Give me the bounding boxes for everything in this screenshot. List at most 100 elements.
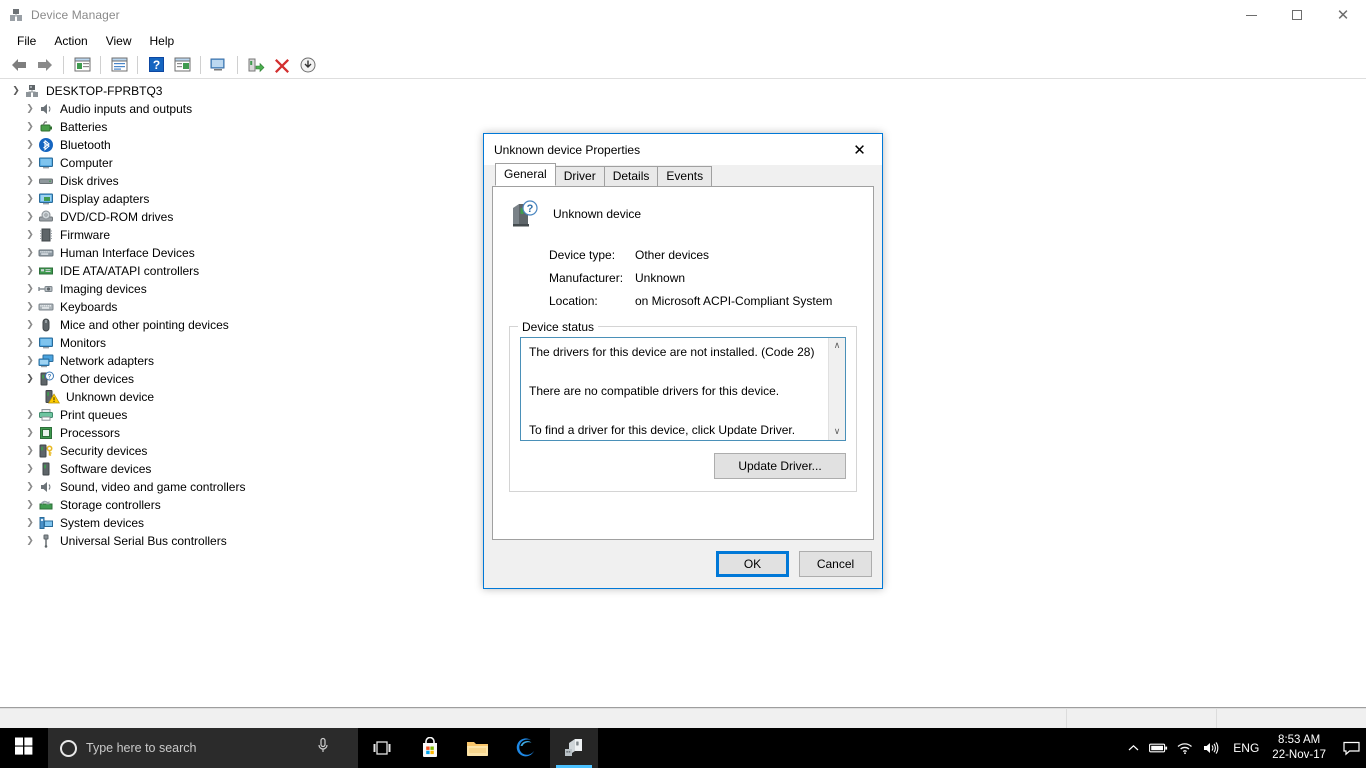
chevron-right-icon[interactable]: ❯ [22, 266, 38, 276]
show-hide-console-tree-icon[interactable] [71, 54, 93, 76]
window-titlebar: Device Manager ✕ [0, 0, 1366, 30]
chevron-right-icon[interactable]: ❯ [22, 194, 38, 204]
close-icon: ✕ [853, 140, 866, 159]
chevron-right-icon[interactable]: ❯ [22, 284, 38, 294]
chevron-right-icon[interactable]: ❯ [22, 248, 38, 258]
microsoft-edge-icon[interactable] [502, 728, 550, 768]
chevron-right-icon[interactable]: ❯ [22, 428, 38, 438]
tray-chevron-up-icon[interactable] [1120, 744, 1146, 752]
tree-node-label: Sound, video and game controllers [60, 480, 246, 494]
chevron-down-icon[interactable]: ❯ [22, 374, 38, 384]
tree-node-label: Imaging devices [60, 282, 147, 296]
chevron-right-icon[interactable]: ❯ [22, 302, 38, 312]
unknown-device-icon: ? [509, 199, 539, 229]
window-controls: ✕ [1228, 0, 1366, 30]
tab-details[interactable]: Details [603, 166, 659, 187]
tree-node-root[interactable]: ❯ DESKTOP-FPRBTQ3 [0, 82, 1366, 100]
camera-icon [38, 281, 54, 297]
chevron-right-icon[interactable]: ❯ [22, 140, 38, 150]
dialog-title: Unknown device Properties [494, 142, 641, 157]
microphone-icon[interactable] [316, 737, 330, 759]
dialog-footer: OK Cancel [484, 540, 882, 588]
tree-node-label: Bluetooth [60, 138, 111, 152]
chevron-down-icon[interactable]: ❯ [8, 86, 24, 96]
action-center-icon[interactable] [1336, 741, 1366, 756]
task-view-icon[interactable] [358, 728, 406, 768]
cancel-button[interactable]: Cancel [799, 551, 872, 577]
chevron-right-icon[interactable]: ❯ [22, 176, 38, 186]
update-driver-button[interactable]: Update Driver... [714, 453, 846, 479]
chevron-right-icon[interactable]: ❯ [22, 410, 38, 420]
start-button[interactable] [0, 728, 48, 768]
ok-button[interactable]: OK [716, 551, 789, 577]
tree-node-label: Keyboards [60, 300, 118, 314]
software-device-icon [38, 461, 54, 477]
chevron-right-icon[interactable]: ❯ [22, 158, 38, 168]
usb-controller-icon [38, 533, 54, 549]
properties-icon[interactable] [108, 54, 130, 76]
back-icon[interactable] [8, 54, 30, 76]
tree-node-audio-inputs-and-outputs[interactable]: ❯ Audio inputs and outputs [0, 100, 1366, 118]
chevron-right-icon[interactable]: ❯ [22, 464, 38, 474]
forward-icon[interactable] [34, 54, 56, 76]
maximize-button[interactable] [1274, 0, 1320, 30]
device-manager-taskbar-icon[interactable] [550, 728, 598, 768]
chevron-right-icon[interactable]: ❯ [22, 518, 38, 528]
chevron-right-icon[interactable]: ❯ [22, 338, 38, 348]
display-adapter-icon [38, 191, 54, 207]
file-explorer-icon[interactable] [454, 728, 502, 768]
scroll-down-icon[interactable]: ∨ [834, 427, 841, 437]
menu-help[interactable]: Help [141, 32, 184, 50]
uninstall-device-icon[interactable] [271, 54, 293, 76]
scan-for-hardware-changes-icon[interactable] [208, 54, 230, 76]
scroll-up-icon[interactable]: ∧ [834, 341, 841, 351]
chevron-right-icon[interactable]: ❯ [22, 230, 38, 240]
device-status-textbox[interactable]: The drivers for this device are not inst… [520, 337, 846, 441]
chevron-right-icon[interactable]: ❯ [22, 104, 38, 114]
svg-text:?: ? [152, 58, 159, 72]
menu-bar: File Action View Help [0, 30, 1366, 52]
volume-tray-icon[interactable] [1198, 741, 1224, 755]
minimize-button[interactable] [1228, 0, 1274, 30]
monitor-icon [38, 335, 54, 351]
property-label: Device type: [549, 247, 616, 262]
chevron-right-icon[interactable]: ❯ [22, 446, 38, 456]
language-indicator[interactable]: ENG [1224, 741, 1268, 755]
wifi-tray-icon[interactable] [1172, 741, 1198, 755]
tree-node-label: Audio inputs and outputs [60, 102, 193, 116]
dialog-close-button[interactable]: ✕ [837, 134, 882, 165]
microsoft-store-icon[interactable] [406, 728, 454, 768]
tab-driver[interactable]: Driver [554, 166, 605, 187]
close-button[interactable]: ✕ [1320, 0, 1366, 30]
help-icon[interactable]: ? [145, 54, 167, 76]
chevron-right-icon[interactable]: ❯ [22, 356, 38, 366]
battery-tray-icon[interactable] [1146, 742, 1172, 754]
update-driver-icon[interactable] [245, 54, 267, 76]
chevron-right-icon[interactable]: ❯ [22, 482, 38, 492]
computer-root-icon [24, 83, 40, 99]
tab-general[interactable]: General [495, 163, 556, 186]
tree-node-label: Computer [60, 156, 113, 170]
network-adapter-icon [38, 353, 54, 369]
device-status-scrollbar[interactable]: ∧ ∨ [828, 338, 845, 440]
clock-time: 8:53 AM [1278, 734, 1321, 746]
clock[interactable]: 8:53 AM 22-Nov-17 [1268, 733, 1336, 763]
show-hide-action-pane-icon[interactable] [171, 54, 193, 76]
menu-view[interactable]: View [97, 32, 141, 50]
tree-node-label: Disk drives [60, 174, 119, 188]
chevron-right-icon[interactable]: ❯ [22, 536, 38, 546]
chevron-right-icon[interactable]: ❯ [22, 320, 38, 330]
search-box[interactable]: Type here to search [48, 728, 358, 768]
tab-events[interactable]: Events [657, 166, 713, 187]
chevron-right-icon[interactable]: ❯ [22, 500, 38, 510]
tree-node-label: Other devices [60, 372, 135, 386]
menu-file[interactable]: File [8, 32, 45, 50]
chevron-right-icon[interactable]: ❯ [22, 212, 38, 222]
unknown-device-properties-dialog: Unknown device Properties ✕ General Driv… [483, 133, 883, 589]
chevron-right-icon[interactable]: ❯ [22, 122, 38, 132]
dialog-body: General Driver Details Events ? Unknown … [484, 163, 882, 540]
menu-action[interactable]: Action [45, 32, 96, 50]
disable-device-icon[interactable] [297, 54, 319, 76]
taskbar: Type here to search ENG 8:53 AM 22-Nov-1… [0, 728, 1366, 768]
status-bar-panel [1216, 709, 1366, 730]
